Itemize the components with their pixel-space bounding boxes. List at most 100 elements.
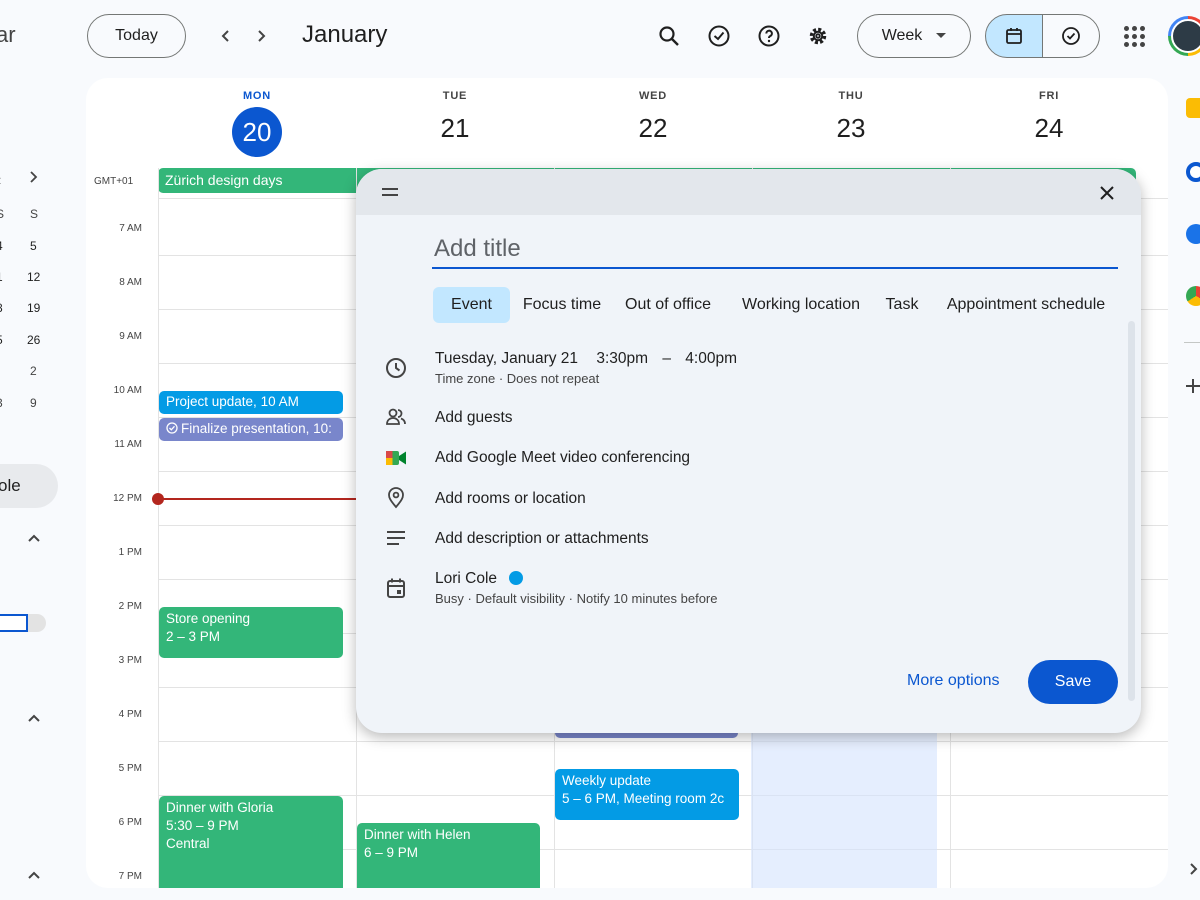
event-location: Central — [166, 836, 210, 851]
calendar-owner[interactable]: Lori Cole — [435, 570, 524, 588]
mini-calendar-day[interactable]: 26 — [27, 333, 40, 347]
day-header-wed[interactable]: WED 22 — [554, 90, 752, 155]
task-check-icon — [708, 25, 730, 47]
day-number[interactable]: 22 — [554, 107, 752, 155]
mini-calendar-weekday: S — [0, 207, 5, 221]
mini-calendar-day[interactable]: 2 — [30, 364, 37, 378]
view-selector[interactable]: Week — [857, 14, 971, 58]
tasks-icon[interactable] — [1186, 162, 1200, 182]
calendar-owner-name[interactable]: Lori Cole — [435, 570, 497, 587]
dialog-scrollbar[interactable] — [1128, 321, 1135, 701]
mini-calendar-day[interactable]: 19 — [27, 301, 40, 315]
current-time-dot — [152, 493, 164, 505]
people-search-input[interactable] — [0, 614, 28, 632]
gear-icon — [809, 27, 827, 45]
collapse-section-button[interactable] — [22, 863, 46, 887]
contacts-icon[interactable] — [1186, 224, 1200, 244]
keep-icon[interactable] — [1186, 98, 1200, 118]
mini-calendar-day[interactable]: 9 — [30, 396, 37, 410]
day-number[interactable]: 21 — [356, 107, 554, 155]
hide-side-panel-button[interactable] — [1188, 862, 1200, 881]
next-period-button[interactable] — [245, 20, 277, 52]
mini-calendar-next-button[interactable] — [26, 170, 40, 189]
event-title-input[interactable] — [432, 231, 1118, 269]
day-of-week: WED — [638, 90, 668, 102]
mini-calendar-day[interactable]: 12 — [27, 270, 40, 284]
event-project-update[interactable]: Project update, 10 AM — [159, 391, 343, 414]
event-title: Weekly update — [562, 773, 652, 788]
day-header-thu[interactable]: THU 23 — [752, 90, 950, 155]
day-header-mon[interactable]: MON 20 — [158, 90, 356, 157]
calendar-icon — [1006, 28, 1022, 44]
event-weekly-update[interactable]: Weekly update 5 – 6 PM, Meeting room 2c — [555, 769, 739, 820]
event-dinner-gloria[interactable]: Dinner with Gloria 5:30 – 9 PM Central — [159, 796, 343, 888]
add-addon-button[interactable] — [1184, 375, 1200, 401]
tab-task[interactable]: Task — [881, 287, 923, 323]
clock-icon — [384, 356, 408, 380]
event-date[interactable]: Tuesday, January 21 — [435, 350, 578, 367]
day-header-fri[interactable]: FRI 24 — [950, 90, 1148, 155]
timezone-repeat-link[interactable]: Time zone · Does not repeat — [435, 371, 599, 386]
day-header-tue[interactable]: TUE 21 — [356, 90, 554, 155]
apps-grid-button[interactable] — [1116, 18, 1152, 54]
selected-slot-highlight — [751, 728, 937, 888]
description-lines-icon — [384, 526, 408, 550]
avatar[interactable] — [1168, 16, 1200, 56]
event-dinner-helen[interactable]: Dinner with Helen 6 – 9 PM — [357, 823, 540, 888]
tasks-check-button[interactable] — [701, 18, 737, 54]
dialog-drag-bar[interactable] — [356, 169, 1141, 215]
mini-calendar-day[interactable]: 4 — [0, 239, 3, 253]
previous-period-button[interactable] — [210, 20, 242, 52]
tab-event[interactable]: Event — [433, 287, 510, 323]
mini-calendar-day[interactable]: 3 — [0, 396, 3, 410]
grid-line — [158, 168, 159, 888]
tab-focus-time[interactable]: Focus time — [518, 287, 606, 323]
collapse-section-button[interactable] — [22, 526, 46, 550]
day-number[interactable]: 23 — [752, 107, 950, 155]
mini-calendar-row: 39 — [0, 396, 60, 416]
event-start-time[interactable]: 3:30pm — [596, 350, 648, 367]
chevron-right-icon — [30, 171, 38, 183]
mini-calendar-row: 1 12 — [0, 270, 60, 290]
save-button[interactable]: Save — [1028, 660, 1118, 704]
mini-calendar-day[interactable]: 5 — [0, 333, 3, 347]
collapse-section-button[interactable] — [22, 706, 46, 730]
drag-handle-icon[interactable] — [382, 188, 398, 196]
close-dialog-button[interactable] — [1094, 180, 1120, 206]
add-guests[interactable]: Add guests — [435, 409, 513, 427]
time-label: 7 PM — [118, 871, 142, 882]
sidebar-item-my-calendar[interactable]: ole — [0, 464, 58, 508]
plus-icon — [1186, 379, 1200, 393]
time-label: 2 PM — [118, 601, 142, 612]
mini-calendar-day[interactable]: 5 — [30, 239, 37, 253]
tab-out-of-office[interactable]: Out of office — [618, 287, 718, 323]
settings-button[interactable] — [800, 18, 836, 54]
event-time: 6 – 9 PM — [364, 845, 419, 860]
add-description[interactable]: Add description or attachments — [435, 530, 649, 548]
event-end-time[interactable]: 4:00pm — [685, 350, 737, 367]
mini-calendar-day[interactable]: 8 — [0, 301, 3, 315]
event-time: 2 – 3 PM — [166, 629, 221, 644]
more-options-button[interactable]: More options — [907, 672, 1000, 690]
help-button[interactable] — [751, 18, 787, 54]
mini-calendar-day[interactable]: 1 — [0, 270, 3, 284]
tasks-view-toggle[interactable] — [1042, 14, 1100, 58]
tab-appointment-schedule[interactable]: Appointment schedule — [936, 287, 1116, 323]
event-datetime[interactable]: Tuesday, January 21 3:30pm – 4:00pm — [435, 350, 737, 368]
day-number[interactable]: 24 — [950, 107, 1148, 155]
add-google-meet[interactable]: Add Google Meet video conferencing — [435, 449, 690, 467]
add-location[interactable]: Add rooms or location — [435, 490, 586, 508]
tab-working-location[interactable]: Working location — [732, 287, 870, 323]
event-store-opening[interactable]: Store opening 2 – 3 PM — [159, 607, 343, 658]
mini-calendar-prev-icon[interactable]: ‹ — [0, 172, 1, 190]
today-button[interactable]: Today — [87, 14, 186, 58]
calendar-view-toggle[interactable] — [985, 14, 1043, 58]
day-of-week: FRI — [1038, 90, 1060, 102]
maps-icon[interactable] — [1186, 286, 1200, 306]
event-time: 5:30 – 9 PM — [166, 818, 239, 833]
search-button[interactable] — [651, 18, 687, 54]
chevron-left-icon — [221, 30, 229, 42]
event-finalize-presentation[interactable]: Finalize presentation, 10: — [159, 418, 343, 441]
busy-visibility-notify[interactable]: Busy · Default visibility · Notify 10 mi… — [435, 591, 718, 606]
day-number[interactable]: 20 — [232, 107, 282, 157]
